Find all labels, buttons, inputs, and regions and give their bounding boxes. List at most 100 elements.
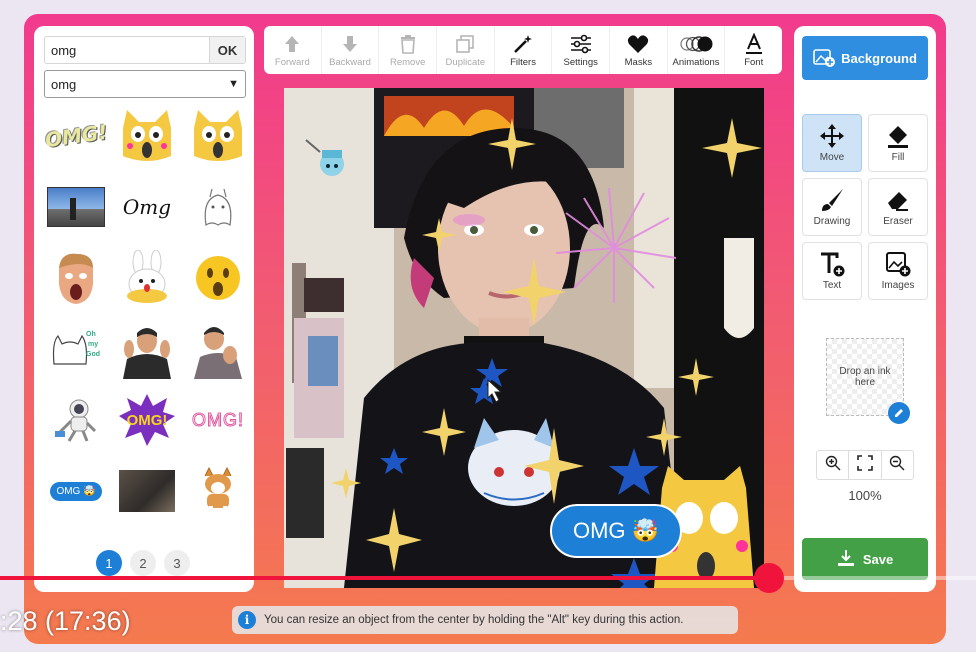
page-2-button[interactable]: 2 <box>130 550 156 576</box>
screenshot-sticker[interactable] <box>44 175 108 239</box>
omg-bubble-overlay[interactable]: OMG 🤯 <box>550 504 682 558</box>
font-icon <box>744 32 764 55</box>
remove-button[interactable]: Remove <box>379 26 438 74</box>
tool-label: Remove <box>389 56 426 68</box>
shocked-cat-image <box>123 110 171 161</box>
ghost-sketch-sticker[interactable] <box>186 175 250 239</box>
fill-tool[interactable]: Fill <box>868 114 928 172</box>
category-selected-value: omg <box>51 76 77 92</box>
backward-button[interactable]: Backward <box>322 26 380 74</box>
chevron-down-icon: ▼ <box>228 78 239 90</box>
save-label: Save <box>862 551 894 567</box>
move-tool[interactable]: Move <box>802 114 862 172</box>
trash-icon <box>399 33 417 55</box>
tool-label: Images <box>881 280 915 291</box>
background-button[interactable]: Background <box>802 36 928 80</box>
page-1-button[interactable]: 1 <box>96 550 122 576</box>
tool-label: Font <box>744 56 764 68</box>
tool-label: Duplicate <box>445 56 486 68</box>
animation-icon <box>679 33 713 55</box>
heart-icon <box>627 33 649 55</box>
images-tool[interactable]: Images <box>868 242 928 300</box>
tool-label: Eraser <box>883 216 913 227</box>
man-hands-image <box>123 328 171 379</box>
zoom-in-button[interactable] <box>817 451 850 479</box>
omg-bubble-sticker[interactable]: OMG 🤯 <box>44 459 108 523</box>
omg-pink-text-sticker[interactable]: OMG! <box>186 388 250 452</box>
image-add-icon <box>813 47 836 70</box>
tool-label: Drawing <box>813 216 851 227</box>
cat-doodle-sticker[interactable]: Oh my God <box>44 317 108 381</box>
editor-canvas[interactable]: OMG 🤯 <box>284 88 764 588</box>
zoom-level: 100% <box>848 488 882 503</box>
pen-icon[interactable] <box>888 402 910 424</box>
video-scrubber-handle[interactable] <box>754 563 784 593</box>
man-clapping-sticker[interactable] <box>186 317 250 381</box>
page-3-button[interactable]: 3 <box>164 550 190 576</box>
sticker-pagination: 1 2 3 <box>96 550 190 576</box>
fill-bucket-icon <box>885 123 911 149</box>
forward-button[interactable]: Forward <box>264 26 322 74</box>
zoom-out-button[interactable] <box>882 451 913 479</box>
save-button[interactable]: Save <box>802 538 928 580</box>
shocked-cat-sticker[interactable] <box>115 104 179 168</box>
sticker-text: Omg <box>122 195 172 219</box>
omg-handwritten-sticker[interactable]: Omg <box>115 175 179 239</box>
sticker-grid: OMG! Omg Oh my God OMG! OMG! OMG 🤯 <box>44 104 250 523</box>
surprised-emoji-image <box>196 256 240 300</box>
corgi-image <box>204 466 232 512</box>
screaming-face-image <box>59 253 93 304</box>
drawing-tool[interactable]: Drawing <box>802 178 862 236</box>
astronaut-sticker[interactable] <box>44 388 108 452</box>
video-progress-fill <box>0 576 769 580</box>
font-button[interactable]: Font <box>725 26 782 74</box>
search-ok-button[interactable]: OK <box>209 37 245 63</box>
screaming-face-sticker[interactable] <box>44 246 108 310</box>
duplicate-button[interactable]: Duplicate <box>437 26 495 74</box>
animations-button[interactable]: Animations <box>668 26 726 74</box>
tool-label: Masks <box>624 56 653 68</box>
eraser-tool[interactable]: Eraser <box>868 178 928 236</box>
man-hands-sticker[interactable] <box>115 317 179 381</box>
corgi-sticker[interactable] <box>186 459 250 523</box>
dark-photo-image <box>119 470 175 512</box>
tool-label: Forward <box>274 56 310 68</box>
brush-icon <box>819 187 845 213</box>
sticker-search: OK <box>44 36 246 64</box>
duplicate-icon <box>455 33 475 55</box>
omg-text-sticker[interactable]: OMG! <box>44 104 108 168</box>
masks-button[interactable]: Masks <box>610 26 668 74</box>
info-icon: i <box>238 611 256 629</box>
cat-doodle-image: Oh my God <box>52 331 100 365</box>
eraser-icon <box>885 187 911 213</box>
settings-button[interactable]: Settings <box>552 26 611 74</box>
ghost-sketch-image <box>204 188 232 227</box>
astronaut-image <box>55 399 97 442</box>
shocked-cat-sticker-2[interactable] <box>186 104 250 168</box>
screenshot-image <box>47 187 105 227</box>
move-arrows-icon <box>819 123 845 149</box>
background-button-label: Background <box>841 50 917 66</box>
omg-burst-sticker[interactable]: OMG! <box>115 388 179 452</box>
sticker-category-select[interactable]: omg ▼ <box>44 70 246 98</box>
dark-photo-sticker[interactable] <box>115 459 179 523</box>
svg-text:God: God <box>86 351 100 358</box>
fit-screen-button[interactable] <box>849 451 882 479</box>
arrow-down-icon <box>340 33 360 55</box>
text-tool[interactable]: Text <box>802 242 862 300</box>
bunny-sticker[interactable] <box>115 246 179 310</box>
tool-label: Fill <box>891 152 905 163</box>
tool-label: Filters <box>510 56 536 68</box>
sticker-text: OMG! <box>192 409 244 430</box>
arrow-up-icon <box>282 33 302 55</box>
hint-text: You can resize an object from the center… <box>264 614 684 626</box>
surprised-emoji-sticker[interactable] <box>186 246 250 310</box>
man-clapping-image <box>194 327 242 379</box>
omg-bubble-text: OMG 🤯 <box>572 518 660 543</box>
svg-text:my: my <box>88 341 98 348</box>
video-time: :28 (17:36) <box>0 606 131 636</box>
tool-label: Text <box>822 280 842 291</box>
sticker-search-input[interactable] <box>45 37 209 63</box>
filters-button[interactable]: Filters <box>495 26 553 74</box>
download-icon <box>837 549 855 570</box>
